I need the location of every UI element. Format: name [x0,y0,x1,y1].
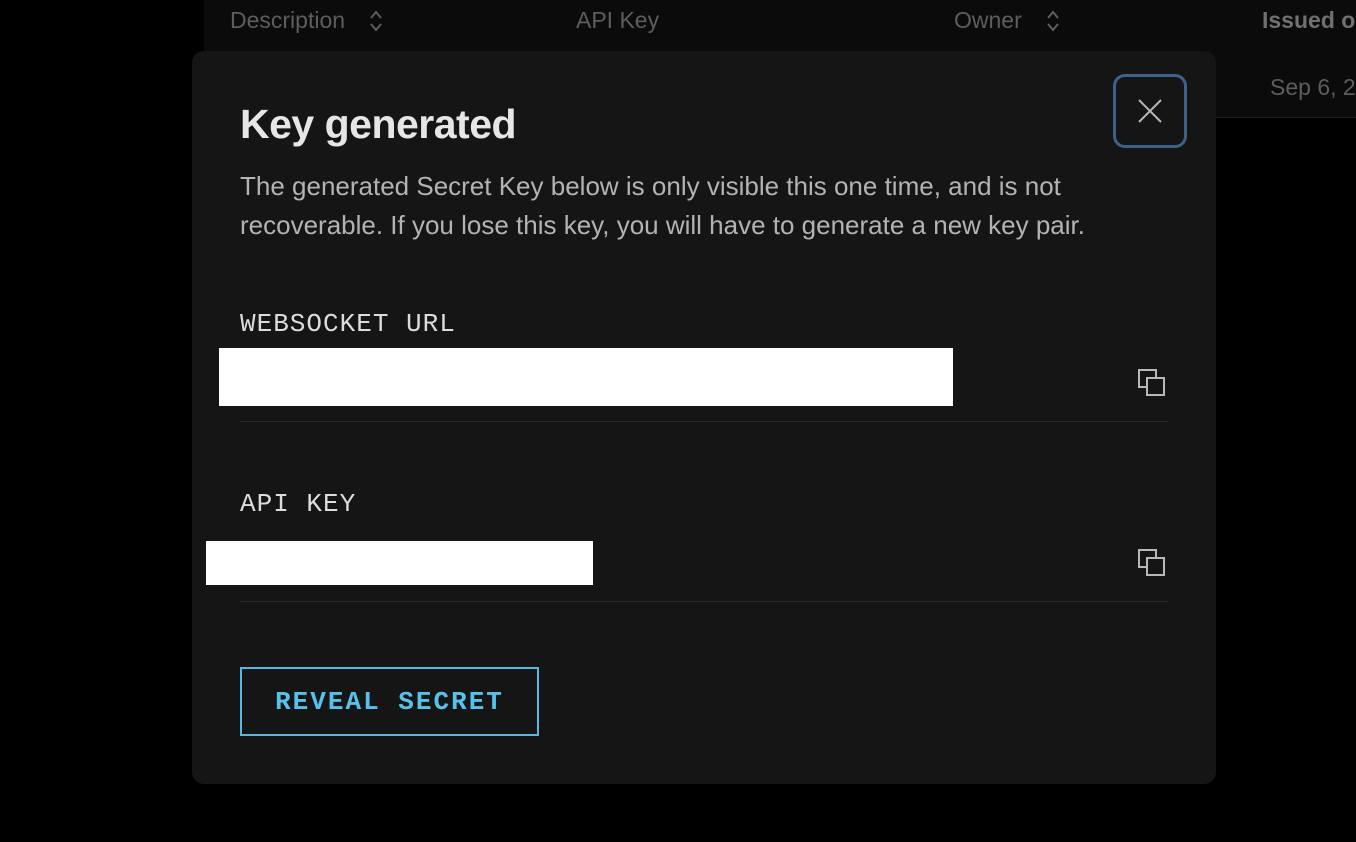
column-label: Issued o [1262,7,1356,33]
dialog-description: The generated Secret Key below is only v… [240,171,1085,240]
close-button[interactable] [1113,74,1187,148]
column-label: Owner [954,7,1022,33]
column-header-description[interactable]: Description [230,7,383,34]
reveal-secret-button[interactable]: REVEAL SECRET [240,667,539,736]
key-generated-dialog: Key generated The generated Secret Key b… [192,51,1216,784]
column-label: Description [230,7,346,33]
column-header-owner[interactable]: Owner [954,7,1060,34]
copy-websocket-url-icon[interactable] [1137,368,1167,398]
websocket-url-value [219,348,953,406]
copy-api-key-icon[interactable] [1137,548,1167,578]
websocket-url-label: WEBSOCKET URL [240,309,456,339]
column-header-issued: Issued o [1262,7,1355,34]
sort-icon [1046,9,1059,32]
sort-icon [370,9,382,32]
api-key-label: API KEY [240,489,357,519]
dialog-title: Key generated [240,101,517,147]
issued-date: Sep 6, 2 [1270,74,1356,100]
close-icon [1138,99,1162,123]
field-divider [240,421,1168,422]
table-header: Description API Key Owner Issued o [204,0,1356,42]
column-label: API Key [576,7,660,33]
column-header-api-key: API Key [576,7,659,34]
field-divider [240,601,1168,602]
api-key-value [206,541,593,585]
